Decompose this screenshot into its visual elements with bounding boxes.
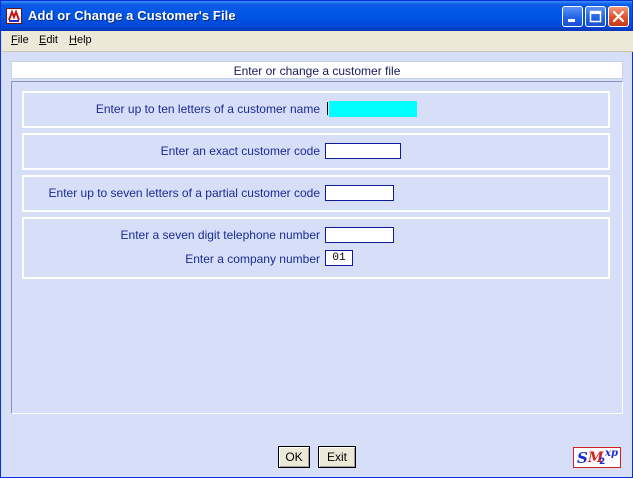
close-button[interactable] xyxy=(608,6,629,27)
partial-code-field[interactable] xyxy=(325,185,394,201)
customer-code-label: Enter an exact customer code xyxy=(160,144,320,158)
app-icon[interactable] xyxy=(6,8,22,24)
menu-file[interactable]: File xyxy=(11,34,29,46)
header-text: Enter or change a customer file xyxy=(233,64,401,78)
minimize-icon xyxy=(568,19,575,22)
customer-name-field[interactable] xyxy=(329,101,417,117)
sm2xp-logo: S M 2 xp xyxy=(573,447,621,468)
menu-help[interactable]: Help xyxy=(69,34,92,46)
telephone-company-group xyxy=(22,217,610,279)
logo-xp: xp xyxy=(605,448,618,459)
telephone-field[interactable] xyxy=(325,227,394,243)
company-number-label: Enter a company number xyxy=(185,252,320,266)
ok-button[interactable]: OK xyxy=(278,446,310,468)
text-cursor xyxy=(327,102,328,115)
window-title: Add or Change a Customer's File xyxy=(28,8,236,23)
customer-code-field[interactable] xyxy=(325,143,401,159)
menu-file-label: ile xyxy=(17,34,29,46)
partial-code-label: Enter up to seven letters of a partial c… xyxy=(48,186,320,200)
close-icon xyxy=(612,10,625,23)
menu-edit[interactable]: Edit xyxy=(39,34,58,46)
title-bar[interactable]: Add or Change a Customer's File xyxy=(1,1,632,31)
customer-name-label: Enter up to ten letters of a customer na… xyxy=(95,102,320,116)
maximize-button[interactable] xyxy=(585,6,606,27)
header-bar: Enter or change a customer file xyxy=(11,61,623,79)
telephone-label: Enter a seven digit telephone number xyxy=(120,228,320,242)
window: Add or Change a Customer's File File Edi… xyxy=(0,0,633,478)
menu-edit-label: dit xyxy=(46,34,58,46)
menu-help-mnemonic: H xyxy=(69,34,77,46)
menu-help-label: elp xyxy=(76,34,92,46)
exit-button[interactable]: Exit xyxy=(318,446,356,468)
logo-s: S xyxy=(577,449,588,467)
minimize-button[interactable] xyxy=(562,6,583,27)
menu-file-mnemonic: F xyxy=(11,34,18,46)
company-number-field[interactable]: 01 xyxy=(325,250,353,266)
menu-bar: File Edit Help xyxy=(2,31,633,52)
